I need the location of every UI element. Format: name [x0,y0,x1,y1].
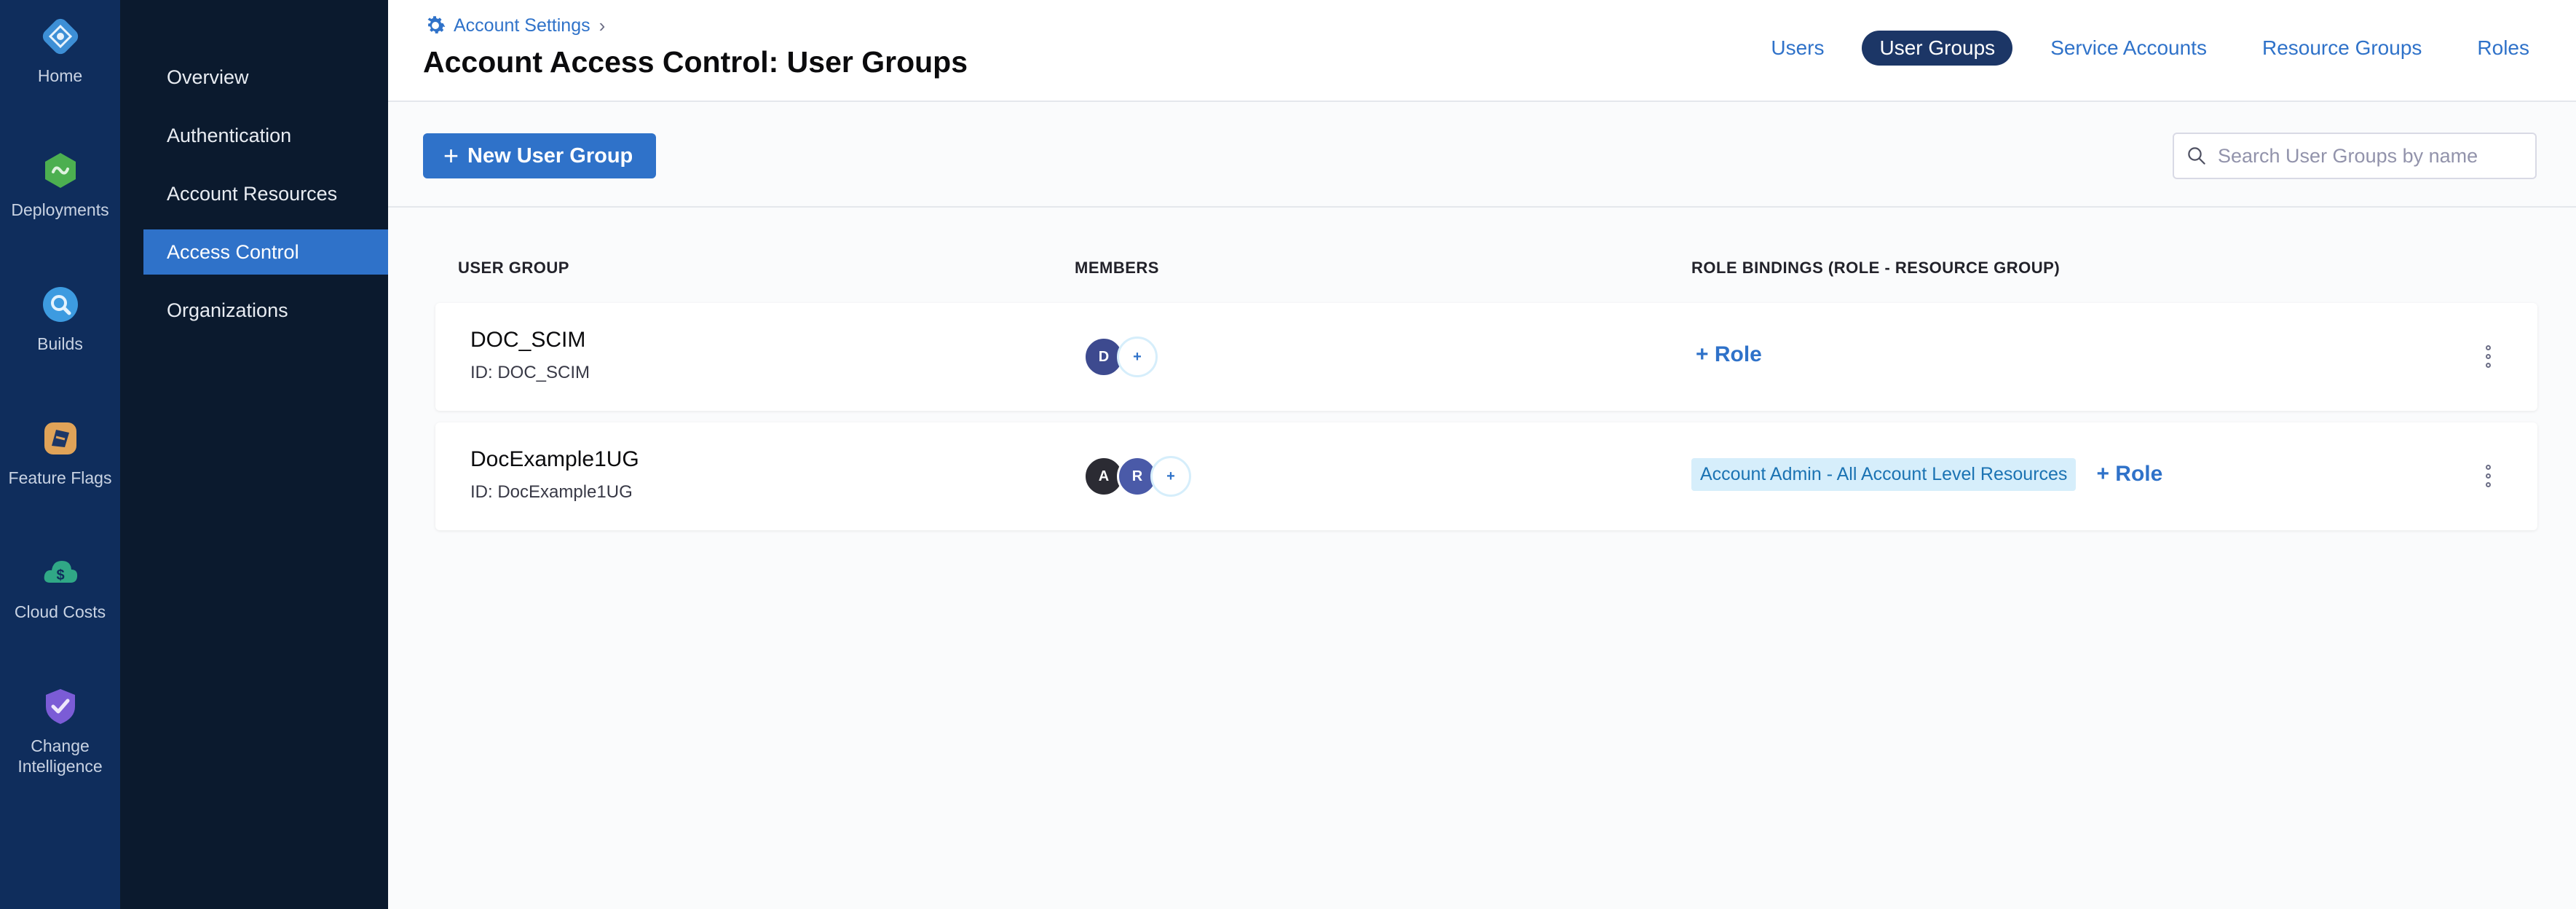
search-input[interactable] [2218,144,2524,168]
access-control-tabs: Users User Groups Service Accounts Resou… [1753,31,2547,66]
more-options-icon[interactable] [2484,465,2492,487]
deployments-icon [44,153,76,188]
add-role-button[interactable]: + Role [2092,457,2167,491]
plus-icon: + [443,141,459,170]
tab-user-groups[interactable]: User Groups [1862,31,2013,66]
column-header-user-group: USER GROUP [458,259,569,277]
subnav-item-access-control[interactable]: Access Control [143,229,388,275]
rail-item-cloud-costs[interactable]: $ Cloud Costs [0,552,120,622]
rail-label-change-intelligence-line2: Intelligence [17,757,103,776]
user-group-id: ID: DOC_SCIM [470,363,590,382]
gear-icon [427,16,446,34]
table-row[interactable]: DOC_SCIM ID: DOC_SCIM D + + Role [435,303,2537,411]
user-group-name[interactable]: DocExample1UG [470,447,639,472]
subnav-item-organizations[interactable]: Organizations [143,288,388,333]
rail-label-feature-flags: Feature Flags [8,468,112,487]
search-box[interactable] [2173,133,2537,179]
rail-label-change-intelligence-line1: Change [31,736,90,755]
search-icon [2188,147,2205,165]
add-member-button[interactable]: + [1117,337,1158,377]
chevron-right-icon: › [598,14,606,36]
tab-resource-groups[interactable]: Resource Groups [2245,31,2439,66]
builds-icon [42,287,78,322]
rail-label-home: Home [37,66,83,85]
toolbar: + New User Group [388,102,2576,208]
page-header: Account Settings › Account Access Contro… [388,0,2576,102]
svg-text:$: $ [56,567,64,583]
change-intelligence-icon [45,689,75,724]
cloud-costs-icon: $ [44,561,77,583]
rail-item-builds[interactable]: Builds [0,284,120,354]
user-group-id: ID: DocExample1UG [470,482,633,502]
subnav-item-account-resources[interactable]: Account Resources [143,171,388,216]
new-user-group-button[interactable]: + New User Group [423,133,657,178]
tab-roles[interactable]: Roles [2460,31,2547,66]
rail-label-deployments: Deployments [11,200,109,219]
subnav-item-overview[interactable]: Overview [143,55,388,100]
user-group-name[interactable]: DOC_SCIM [470,328,585,353]
rail-item-home[interactable]: Home [0,16,120,86]
rail-item-deployments[interactable]: Deployments [0,150,120,220]
breadcrumb-link-account-settings[interactable]: Account Settings [454,15,590,36]
rail-label-cloud-costs: Cloud Costs [14,602,106,621]
feature-flags-icon [44,422,76,454]
members-list: D + [1083,337,1158,377]
breadcrumb: Account Settings › [423,13,605,38]
add-member-button[interactable]: + [1150,456,1191,497]
role-bindings: + Role [1691,338,1766,371]
rail-item-change-intelligence[interactable]: Change Intelligence [0,686,120,776]
role-bindings: Account Admin - All Account Level Resour… [1691,457,2167,491]
table-row[interactable]: DocExample1UG ID: DocExample1UG A R + Ac… [435,422,2537,530]
role-binding-badge[interactable]: Account Admin - All Account Level Resour… [1691,457,2077,491]
table-header: USER GROUP MEMBERS ROLE BINDINGS (ROLE -… [388,259,2576,280]
module-rail: Home Deployments Builds Feature Flags $ … [0,0,120,909]
account-settings-nav: Overview Authentication Account Resource… [120,0,388,909]
tab-users[interactable]: Users [1753,31,1841,66]
more-options-icon[interactable] [2484,345,2492,368]
add-role-button[interactable]: + Role [1691,338,1766,371]
harness-logo-icon [42,18,78,55]
rail-item-feature-flags[interactable]: Feature Flags [0,418,120,488]
column-header-role-bindings: ROLE BINDINGS (ROLE - RESOURCE GROUP) [1691,259,2061,277]
tab-service-accounts[interactable]: Service Accounts [2033,31,2224,66]
page-title: Account Access Control: User Groups [423,45,968,79]
subnav-item-authentication[interactable]: Authentication [143,113,388,158]
column-header-members: MEMBERS [1075,259,1159,277]
new-user-group-label: New User Group [467,143,633,168]
members-list: A R + [1083,456,1191,497]
rail-label-builds: Builds [37,334,83,353]
